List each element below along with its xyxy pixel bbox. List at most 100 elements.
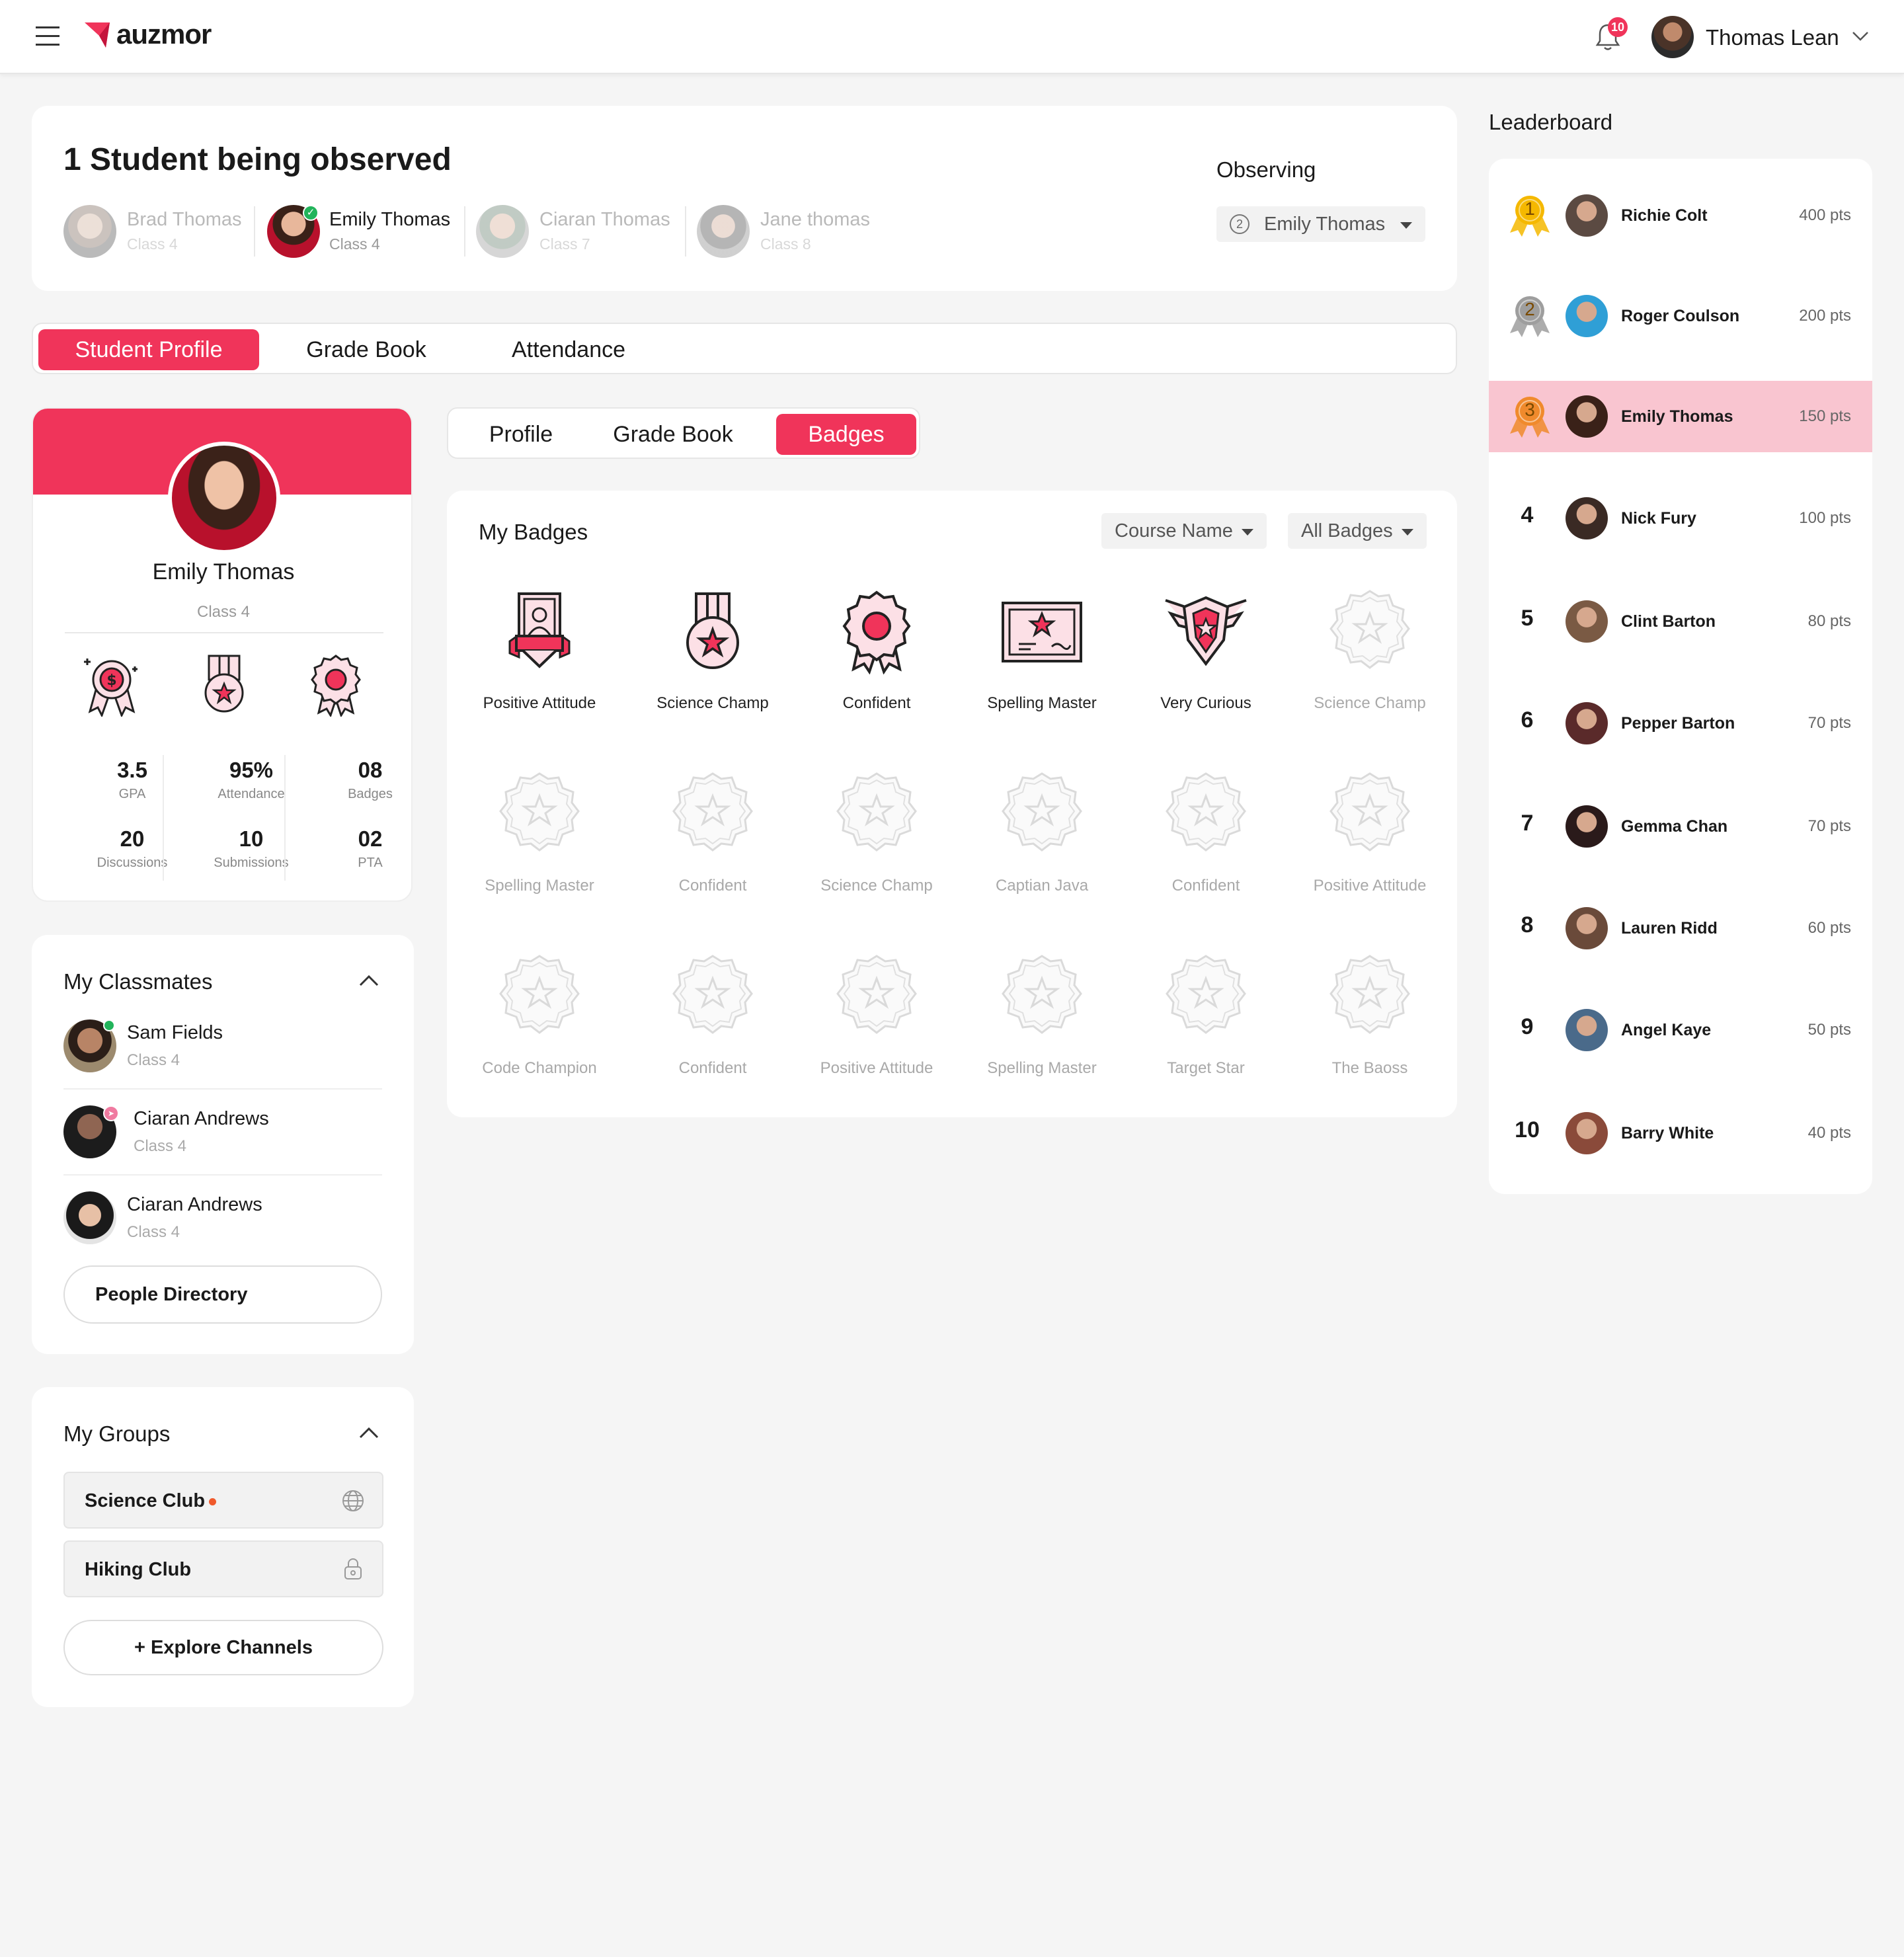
badge-label: Captian Java (995, 877, 1089, 895)
stat-submissions-label: Submissions (214, 856, 289, 870)
classmate-name[interactable]: Sam Fields (127, 1022, 223, 1044)
locked-badge-icon[interactable] (496, 771, 582, 857)
medal-star-icon (204, 655, 244, 713)
observing-label: Observing (1216, 157, 1316, 182)
leaderboard-row[interactable]: 4 Nick Fury 100 pts (1489, 483, 1872, 554)
tab-grade-book[interactable]: Grade Book (274, 329, 459, 370)
student-name: Brad Thomas (127, 209, 242, 230)
classmate-name[interactable]: Ciaran Andrews (134, 1108, 269, 1130)
chevron-up-icon[interactable] (358, 1425, 379, 1440)
observing-select[interactable]: 2 Emily Thomas (1216, 206, 1425, 242)
locked-badge-icon[interactable] (1327, 588, 1413, 674)
tab-profile[interactable]: Profile (455, 414, 587, 455)
student-avatar (63, 205, 116, 258)
student-avatar (697, 205, 750, 258)
leaderboard-name: Clint Barton (1621, 612, 1716, 631)
leaderboard-points: 150 pts (1799, 407, 1851, 425)
classmate-avatar[interactable] (63, 1191, 116, 1244)
leaderboard-avatar (1566, 600, 1608, 643)
main-tabs: Student Profile Grade Book Attendance (32, 323, 1457, 374)
unread-dot-icon (209, 1498, 216, 1505)
leaderboard-row[interactable]: 8 Lauren Ridd 60 pts (1489, 893, 1872, 964)
leaderboard-name: Richie Colt (1621, 206, 1708, 225)
caret-down-icon (1402, 529, 1413, 536)
leaderboard-avatar (1566, 395, 1608, 438)
locked-badge-icon[interactable] (670, 771, 756, 857)
locked-badge-icon[interactable] (999, 953, 1085, 1039)
leaderboard-row[interactable]: 5 Clint Barton 80 pts (1489, 586, 1872, 657)
badge-label: Science Champ (1314, 694, 1426, 712)
leaderboard-row[interactable]: 6 Pepper Barton 70 pts (1489, 688, 1872, 759)
people-directory-button[interactable]: People Directory (63, 1265, 382, 1324)
leaderboard-points: 80 pts (1807, 612, 1851, 630)
explore-channels-button[interactable]: + Explore Channels (63, 1620, 383, 1675)
locked-badge-icon[interactable] (496, 953, 582, 1039)
group-name: Hiking Club (85, 1559, 192, 1580)
group-item-science-club[interactable]: Science Club (63, 1472, 383, 1529)
student-chip[interactable]: Jane thomas Class 8 (697, 205, 908, 258)
leaderboard-row[interactable]: 10 Barry White 40 pts (1489, 1098, 1872, 1169)
leaderboard-row[interactable]: 7 Gemma Chan 70 pts (1489, 791, 1872, 862)
stat-badges-value: 08 (358, 758, 383, 782)
tab-attendance[interactable]: Attendance (469, 329, 668, 370)
stat-gpa-value: 3.5 (117, 758, 147, 782)
winged-shield-icon[interactable] (1163, 588, 1249, 674)
classmates-title: My Classmates (63, 969, 213, 994)
user-name[interactable]: Thomas Lean (1706, 25, 1839, 50)
sub-tabs: Profile Grade Book Badges (447, 407, 920, 459)
leaderboard-row[interactable]: 1 Richie Colt 400 pts (1489, 180, 1872, 251)
hamburger-menu-icon[interactable] (36, 26, 60, 46)
leaderboard-row[interactable]: 2 Roger Coulson 200 pts (1489, 280, 1872, 352)
leaderboard-avatar (1566, 805, 1608, 848)
locked-badge-icon[interactable] (834, 771, 920, 857)
tab-badges[interactable]: Badges (776, 414, 916, 455)
user-avatar[interactable] (1651, 16, 1694, 58)
student-chip[interactable]: Ciaran Thomas Class 7 (476, 205, 688, 258)
locked-badge-icon[interactable] (1327, 953, 1413, 1039)
leaderboard-points: 70 pts (1807, 714, 1851, 732)
classmate-name[interactable]: Ciaran Andrews (127, 1194, 262, 1216)
leaderboard-title: Leaderboard (1489, 110, 1613, 134)
rosette-icon[interactable] (834, 588, 920, 675)
chevron-down-icon[interactable] (1851, 30, 1870, 42)
medal-star-icon[interactable] (670, 588, 756, 674)
diploma-icon[interactable] (999, 588, 1085, 674)
leaderboard-name: Gemma Chan (1621, 817, 1728, 836)
leaderboard-points: 70 pts (1807, 817, 1851, 835)
leaderboard-points: 40 pts (1807, 1124, 1851, 1142)
tab-sub-grade-book[interactable]: Grade Book (600, 414, 746, 455)
tab-student-profile[interactable]: Student Profile (38, 329, 259, 370)
badge-label: Spelling Master (987, 694, 1097, 712)
locked-badge-icon[interactable] (999, 771, 1085, 857)
leaderboard-points: 400 pts (1799, 206, 1851, 224)
locked-badge-icon[interactable] (1163, 771, 1249, 857)
badges-card: My Badges Course Name All Badges Positiv… (447, 491, 1457, 1117)
top-bar: auzmor 10 Thomas Lean (0, 0, 1904, 74)
student-name: Emily Thomas (329, 209, 451, 230)
badge-label: Confident (842, 694, 911, 712)
leaderboard-name: Pepper Barton (1621, 714, 1735, 733)
course-name-filter[interactable]: Course Name (1101, 513, 1267, 549)
certificate-badge-icon[interactable] (496, 588, 582, 674)
leaderboard-row[interactable]: 9 Angel Kaye 50 pts (1489, 994, 1872, 1066)
leaderboard-name: Nick Fury (1621, 509, 1696, 528)
stat-submissions-value: 10 (239, 826, 264, 851)
chevron-up-icon[interactable] (358, 973, 379, 988)
locked-badge-icon[interactable] (1327, 771, 1413, 857)
student-chip[interactable]: Brad Thomas Class 4 (63, 205, 262, 258)
page-title: 1 Student being observed (63, 142, 452, 177)
leaderboard-rank: 4 (1521, 502, 1534, 528)
leaderboard-row[interactable]: 3 Emily Thomas 150 pts (1489, 381, 1872, 452)
stat-pta-label: PTA (358, 856, 383, 870)
observing-select-value: Emily Thomas (1264, 214, 1386, 235)
locked-badge-icon[interactable] (1163, 953, 1249, 1039)
auzmor-logo-icon (85, 22, 110, 48)
student-chip-selected[interactable]: ✓ Emily Thomas Class 4 (267, 205, 479, 258)
group-item-hiking-club[interactable]: Hiking Club (63, 1540, 383, 1597)
locked-badge-icon[interactable] (670, 953, 756, 1039)
badge-label: Target Star (1167, 1059, 1245, 1077)
student-avatar (476, 205, 529, 258)
svg-text:$: $ (106, 672, 116, 689)
all-badges-filter[interactable]: All Badges (1288, 513, 1427, 549)
locked-badge-icon[interactable] (834, 953, 920, 1039)
